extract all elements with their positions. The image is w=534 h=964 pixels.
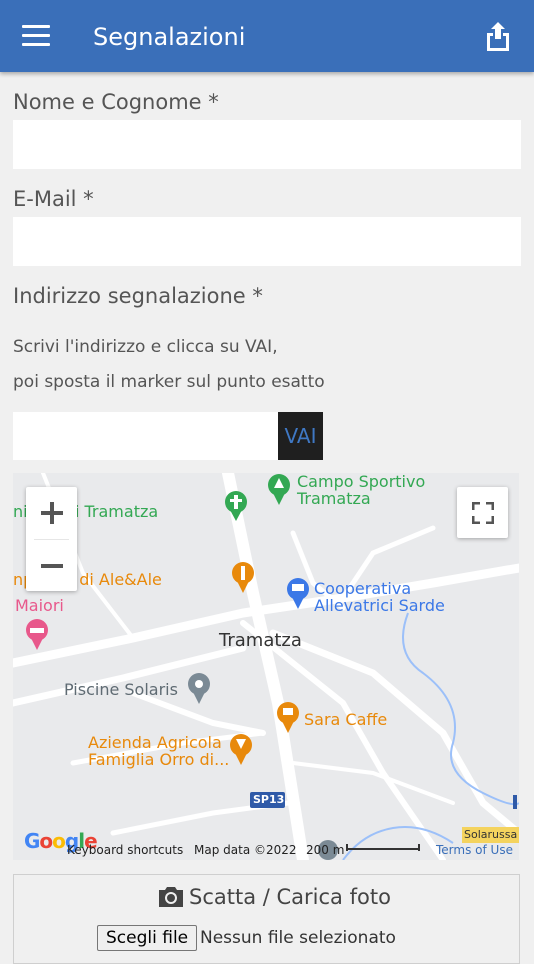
poi-azienda[interactable]: Azienda Agricola Famiglia Orro di... bbox=[88, 734, 229, 768]
email-input[interactable] bbox=[13, 217, 521, 266]
fullscreen-icon bbox=[471, 501, 494, 524]
zoom-out-button[interactable] bbox=[26, 540, 77, 592]
menu-icon[interactable] bbox=[22, 25, 50, 47]
photo-title-text: Scatta / Carica foto bbox=[189, 885, 391, 909]
road-shield-sp13: SP13 bbox=[253, 793, 285, 806]
poi-azienda-line-1: Azienda Agricola bbox=[88, 733, 222, 752]
terms-link[interactable]: Terms of Use bbox=[436, 843, 513, 857]
address-hint-line-2: poi sposta il marker sul punto esatto bbox=[13, 372, 325, 392]
poi-sara-caffe[interactable]: Sara Caffe bbox=[304, 711, 387, 728]
scale-label: 200 m bbox=[306, 843, 345, 857]
poi-cooperativa[interactable]: Cooperativa Allevatrici Sarde bbox=[314, 580, 445, 614]
camera-icon bbox=[159, 887, 183, 907]
name-label: Nome e Cognome * bbox=[13, 90, 219, 114]
fullscreen-button[interactable] bbox=[457, 487, 508, 538]
poi-campo-line-1: Campo Sportivo bbox=[297, 473, 426, 491]
address-input[interactable] bbox=[13, 412, 278, 460]
map-data-attribution: Map data ©2022 bbox=[194, 843, 297, 857]
map[interactable]: Campo Sportivo Tramatza nitero di Tramat… bbox=[13, 473, 519, 860]
poi-solarussa: Solarussa bbox=[464, 828, 518, 841]
poi-piscine[interactable]: Piscine Solaris bbox=[64, 681, 178, 698]
poi-campo-line-2: Tramatza bbox=[297, 489, 371, 508]
file-status: Nessun file selezionato bbox=[200, 928, 396, 948]
go-button[interactable]: VAI bbox=[278, 412, 323, 460]
zoom-control bbox=[26, 487, 77, 591]
address-hint-line-1: Scrivi l'indirizzo e clicca su VAI, bbox=[13, 337, 278, 357]
share-icon[interactable] bbox=[484, 20, 512, 52]
name-input[interactable] bbox=[13, 120, 521, 169]
email-label: E-Mail * bbox=[13, 187, 94, 211]
poi-maiori[interactable]: Maiori bbox=[15, 597, 64, 614]
address-label: Indirizzo segnalazione * bbox=[13, 284, 263, 308]
poi-campo-sportivo[interactable]: Campo Sportivo Tramatza bbox=[297, 473, 425, 507]
app-bar: Segnalazioni bbox=[0, 0, 534, 72]
zoom-in-button[interactable] bbox=[26, 487, 77, 539]
poi-coop-line-2: Allevatrici Sarde bbox=[314, 596, 445, 615]
photo-upload-panel: Scatta / Carica foto Scegli file Nessun … bbox=[13, 874, 520, 964]
photo-title: Scatta / Carica foto bbox=[159, 885, 391, 909]
plus-icon bbox=[40, 502, 63, 524]
choose-file-button[interactable]: Scegli file bbox=[97, 925, 198, 951]
minus-icon bbox=[40, 564, 63, 568]
poi-coop-line-1: Cooperativa bbox=[314, 579, 412, 598]
page-title: Segnalazioni bbox=[93, 23, 246, 51]
map-place-name: Tramatza bbox=[219, 630, 302, 651]
poi-azienda-line-2: Famiglia Orro di... bbox=[88, 750, 230, 769]
keyboard-shortcuts-link[interactable]: Keyboard shortcuts bbox=[67, 843, 183, 857]
